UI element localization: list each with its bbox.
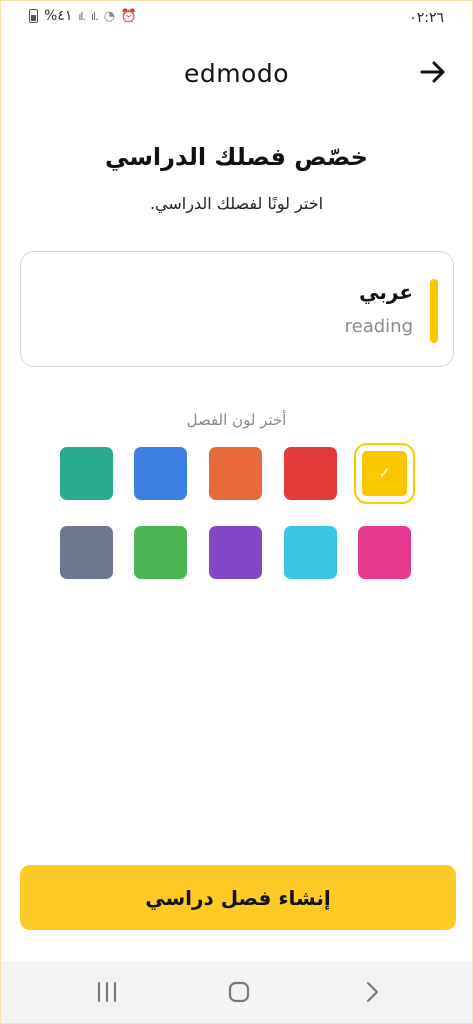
arrow-right-icon[interactable] <box>418 57 448 87</box>
color-swatch[interactable] <box>60 526 113 579</box>
color-swatch[interactable] <box>209 447 262 500</box>
color-swatch[interactable] <box>358 526 411 579</box>
status-bar: %٤١ ıl. ıl. ◔ ⏰ ٠٢:٢٦ <box>1 1 472 35</box>
color-swatch[interactable] <box>134 447 187 500</box>
create-class-button[interactable]: إنشاء فصل دراسي <box>20 865 456 930</box>
battery-icon <box>29 9 38 23</box>
status-time: ٠٢:٢٦ <box>409 10 444 26</box>
recent-apps-icon[interactable] <box>92 979 122 1005</box>
color-swatch[interactable] <box>60 447 113 500</box>
battery-percent: %٤١ <box>44 8 73 24</box>
class-color-bar <box>430 279 438 343</box>
color-swatch[interactable] <box>284 526 337 579</box>
signal-2-icon: ıl. <box>90 9 99 23</box>
class-description: reading <box>344 316 413 337</box>
status-left: %٤١ ıl. ıl. ◔ ⏰ <box>29 8 137 24</box>
class-preview-card: عربي reading <box>20 251 454 367</box>
page-title: خصّص فصلك الدراسي <box>105 143 368 171</box>
page-subtitle: اختر لونًا لفصلك الدراسي. <box>149 194 324 213</box>
navigation-bar <box>1 961 472 1023</box>
alarm-icon: ⏰ <box>120 8 138 24</box>
signal-1-icon: ıl. <box>78 9 86 23</box>
color-picker-label: أختر لون الفصل <box>186 411 287 429</box>
header: edmodo <box>1 53 472 97</box>
home-icon[interactable] <box>224 979 254 1005</box>
edmodo-logo: edmodo <box>183 59 290 88</box>
color-swatch[interactable] <box>209 526 262 579</box>
checkmark-icon: ✓ <box>378 464 391 482</box>
color-swatch[interactable]: ✓ <box>354 443 415 504</box>
wifi-icon: ◔ <box>103 8 115 24</box>
color-swatch[interactable] <box>134 526 187 579</box>
class-name: عربي <box>359 280 413 304</box>
color-swatch[interactable] <box>284 447 337 500</box>
back-icon[interactable] <box>357 979 387 1005</box>
